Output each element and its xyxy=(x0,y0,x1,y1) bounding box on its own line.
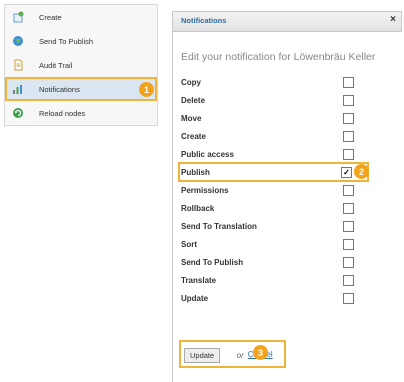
option-label: Send To Publish xyxy=(181,257,244,267)
menu-item-create[interactable]: Create xyxy=(5,5,157,29)
option-checkbox[interactable] xyxy=(343,239,354,250)
option-checkbox[interactable] xyxy=(343,131,354,142)
option-send-to-translation: Send To Translation xyxy=(181,217,401,235)
option-label: Publish xyxy=(181,167,210,177)
refresh-icon xyxy=(11,106,25,120)
option-rollback: Rollback xyxy=(181,199,401,217)
option-move: Move xyxy=(181,109,401,127)
option-update: Update xyxy=(181,289,401,307)
create-icon xyxy=(11,10,25,24)
option-sort: Sort xyxy=(181,235,401,253)
option-label: Public access xyxy=(181,149,234,159)
context-menu: Create Send To Publish Audit Trail Notif… xyxy=(4,4,158,126)
option-checkbox-checked[interactable]: ✓ xyxy=(341,167,352,178)
option-label: Delete xyxy=(181,95,206,105)
option-create: Create xyxy=(181,127,401,145)
option-permissions: Permissions xyxy=(181,181,401,199)
option-label: Move xyxy=(181,113,202,123)
options-list: Copy Delete Move Create Public access Pu… xyxy=(178,73,401,307)
panel-title: Notifications xyxy=(181,16,227,25)
option-label: Permissions xyxy=(181,185,229,195)
option-checkbox[interactable] xyxy=(343,113,354,124)
option-label: Update xyxy=(181,293,209,303)
callout-badge: 1 xyxy=(139,82,154,97)
notifications-panel: Notifications × Edit your notification f… xyxy=(172,11,404,382)
option-checkbox[interactable] xyxy=(343,77,354,88)
option-send-to-publish: Send To Publish xyxy=(181,253,401,271)
menu-item-label: Send To Publish xyxy=(39,36,94,46)
globe-icon xyxy=(11,34,25,48)
menu-item-audit-trail[interactable]: Audit Trail xyxy=(5,53,157,77)
option-copy: Copy xyxy=(181,73,401,91)
document-icon xyxy=(11,58,25,72)
option-public-access: Public access xyxy=(181,145,401,163)
option-label: Copy xyxy=(181,77,201,87)
option-label: Rollback xyxy=(181,203,215,213)
menu-item-label: Reload nodes xyxy=(39,108,86,118)
option-checkbox[interactable] xyxy=(343,149,354,160)
option-checkbox[interactable] xyxy=(343,257,354,268)
chart-icon xyxy=(11,82,25,96)
callout-badge: 3 xyxy=(253,345,268,360)
panel-subtitle: Edit your notification for Löwenbräu Kel… xyxy=(181,51,376,63)
menu-item-label: Notifications xyxy=(39,84,80,94)
option-publish: Publish ✓ 2 xyxy=(178,162,369,182)
option-label: Send To Translation xyxy=(181,221,257,231)
menu-item-reload-nodes[interactable]: Reload nodes xyxy=(5,101,157,125)
option-label: Sort xyxy=(181,239,197,249)
or-text: or xyxy=(236,351,244,360)
panel-header: Notifications × xyxy=(173,11,402,32)
option-delete: Delete xyxy=(181,91,401,109)
option-checkbox[interactable] xyxy=(343,275,354,286)
option-label: Create xyxy=(181,131,206,141)
panel-footer: Update or 3 Cancel xyxy=(179,340,286,368)
menu-item-label: Create xyxy=(39,12,62,22)
menu-item-send-to-publish[interactable]: Send To Publish xyxy=(5,29,157,53)
close-icon[interactable]: × xyxy=(390,14,396,25)
option-checkbox[interactable] xyxy=(343,221,354,232)
option-checkbox[interactable] xyxy=(343,95,354,106)
option-translate: Translate xyxy=(181,271,401,289)
option-checkbox[interactable] xyxy=(343,185,354,196)
option-checkbox[interactable] xyxy=(343,203,354,214)
menu-item-notifications[interactable]: Notifications 1 xyxy=(5,77,157,101)
menu-item-label: Audit Trail xyxy=(39,60,73,70)
callout-badge: 2 xyxy=(354,164,369,179)
option-checkbox[interactable] xyxy=(343,293,354,304)
update-button[interactable]: Update xyxy=(184,348,221,363)
option-label: Translate xyxy=(181,275,217,285)
footer-highlight: Update or 3 xyxy=(179,340,286,368)
